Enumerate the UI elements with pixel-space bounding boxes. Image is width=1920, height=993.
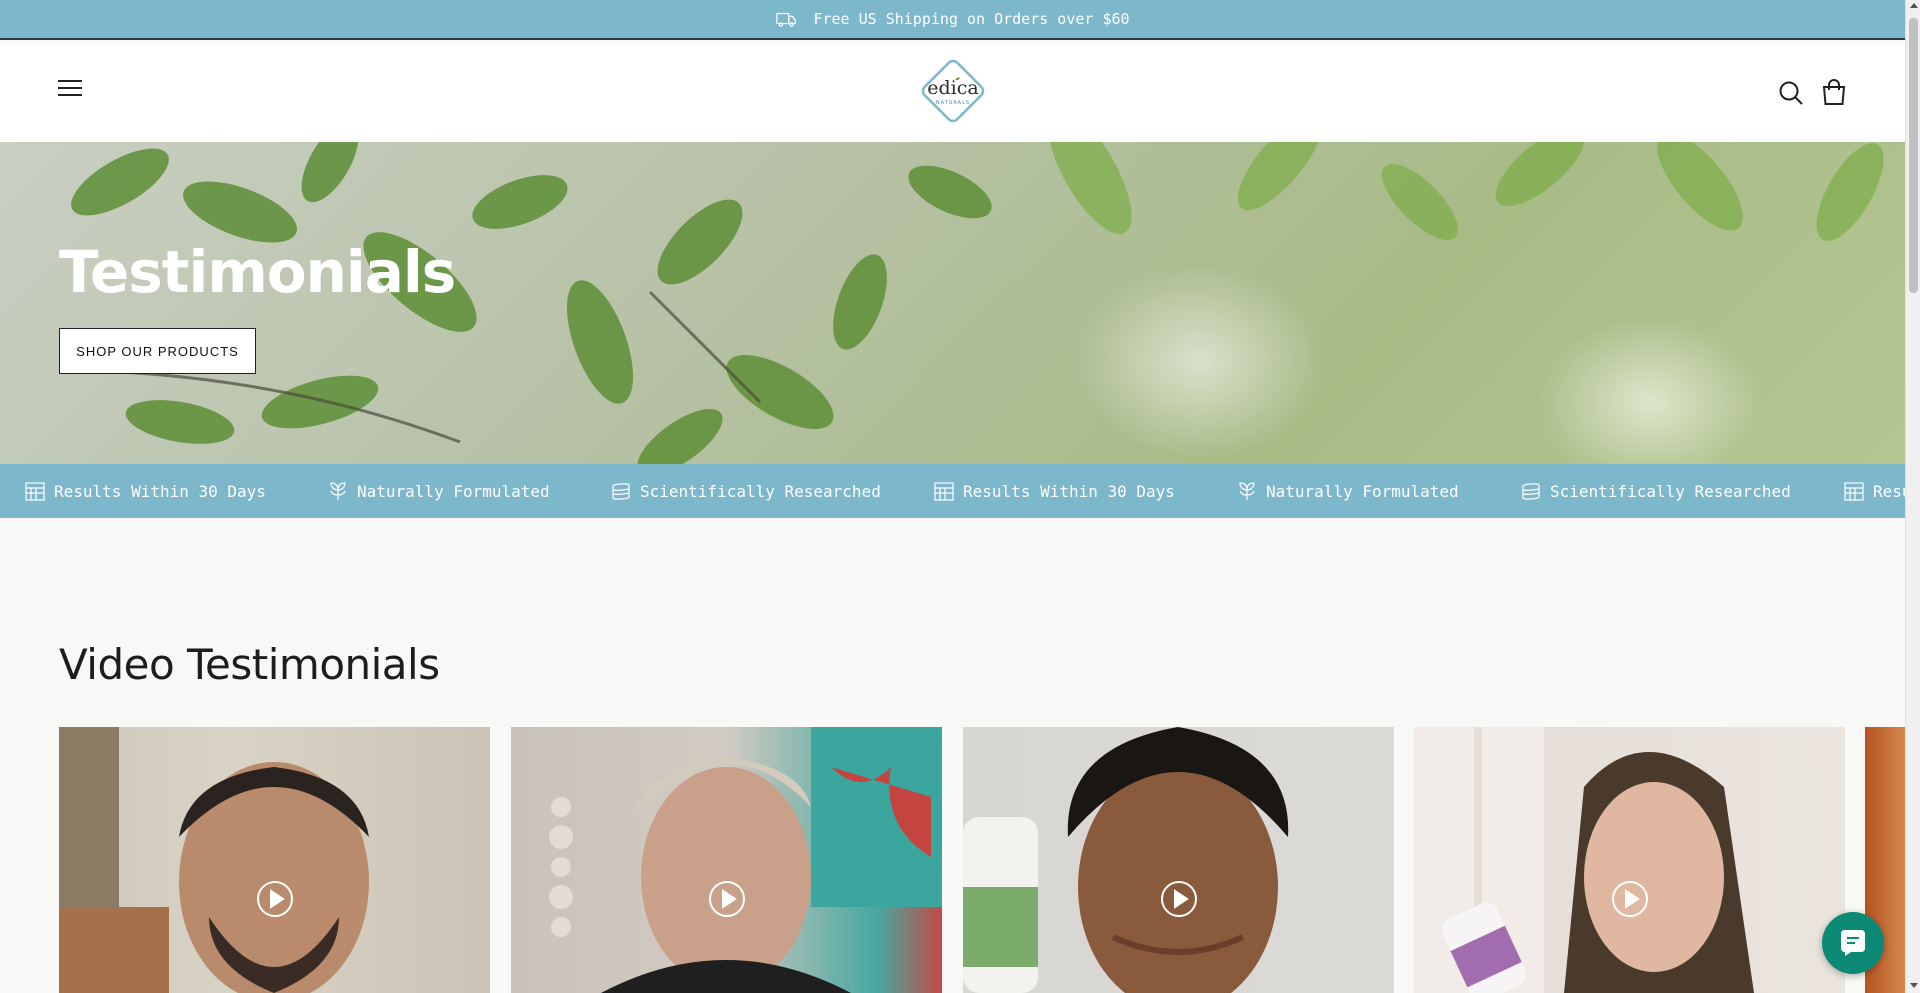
flask-icon [1522,483,1540,500]
marquee-item: Scientifically Researched [610,464,881,518]
calendar-icon [25,482,45,501]
play-icon[interactable] [708,880,746,918]
marquee-item: Naturally Formulated [1236,464,1459,518]
marquee-label: Results Within 30 Days [54,481,266,501]
chat-button[interactable] [1822,912,1884,974]
play-icon[interactable] [256,880,294,918]
calendar-icon [1844,482,1864,501]
shop-products-button[interactable]: SHOP OUR PRODUCTS [59,328,256,374]
marquee-item: Results Within 30 Days [933,464,1175,518]
calendar-icon [934,482,954,501]
video-testimonial-3[interactable] [963,727,1394,993]
scrollbar-thumb[interactable] [1909,18,1918,293]
video-thumbnail [59,727,369,993]
chat-icon [1841,930,1865,956]
marquee-item: Naturally Formulated [327,464,550,518]
play-icon[interactable] [1611,880,1649,918]
marquee-label: Scientifically Researched [640,481,881,501]
marquee-label: Results Within 30 Days [963,481,1175,501]
svg-text:edica: edica [927,77,978,99]
menu-icon[interactable] [58,80,82,98]
marquee-label: Naturally Formulated [1266,481,1459,501]
video-testimonial-4[interactable] [1414,727,1845,993]
leaf-icon [330,482,346,500]
marquee-label: Naturally Formulated [357,481,550,501]
page-title: Testimonials [59,238,456,306]
video-thumbnail [963,727,1289,993]
video-thumbnail [1414,727,1754,993]
truck-icon [776,12,797,27]
video-thumbnail [549,727,942,993]
benefits-marquee: Results Within 30 Days Naturally Formula… [0,464,1905,518]
hero-banner: Testimonials SHOP OUR PRODUCTS [0,142,1905,464]
flask-icon [612,483,630,500]
marquee-label: Resu [1873,481,1905,501]
marquee-item: Resu [1843,464,1905,518]
announcement-text: Free US Shipping on Orders over $60 [813,10,1130,28]
video-testimonial-1[interactable] [59,727,490,993]
search-icon[interactable] [1778,80,1804,106]
marquee-item: Scientifically Researched [1520,464,1791,518]
svg-text:NATURALS: NATURALS [936,100,970,106]
marquee-label: Scientifically Researched [1550,481,1791,501]
section-title: Video Testimonials [59,640,440,689]
play-icon[interactable] [1160,880,1198,918]
brand-logo[interactable]: edica NATURALS [917,55,989,127]
marquee-item: Results Within 30 Days [24,464,266,518]
scrollbar[interactable] [1905,0,1920,993]
site-header: edica NATURALS [0,42,1905,142]
video-testimonial-2[interactable] [511,727,942,993]
announcement-bar: Free US Shipping on Orders over $60 [0,0,1905,40]
scroll-up-icon[interactable] [1910,3,1918,8]
cart-icon[interactable] [1821,78,1847,106]
scroll-down-icon[interactable] [1910,983,1918,988]
leaf-icon [1239,482,1255,500]
